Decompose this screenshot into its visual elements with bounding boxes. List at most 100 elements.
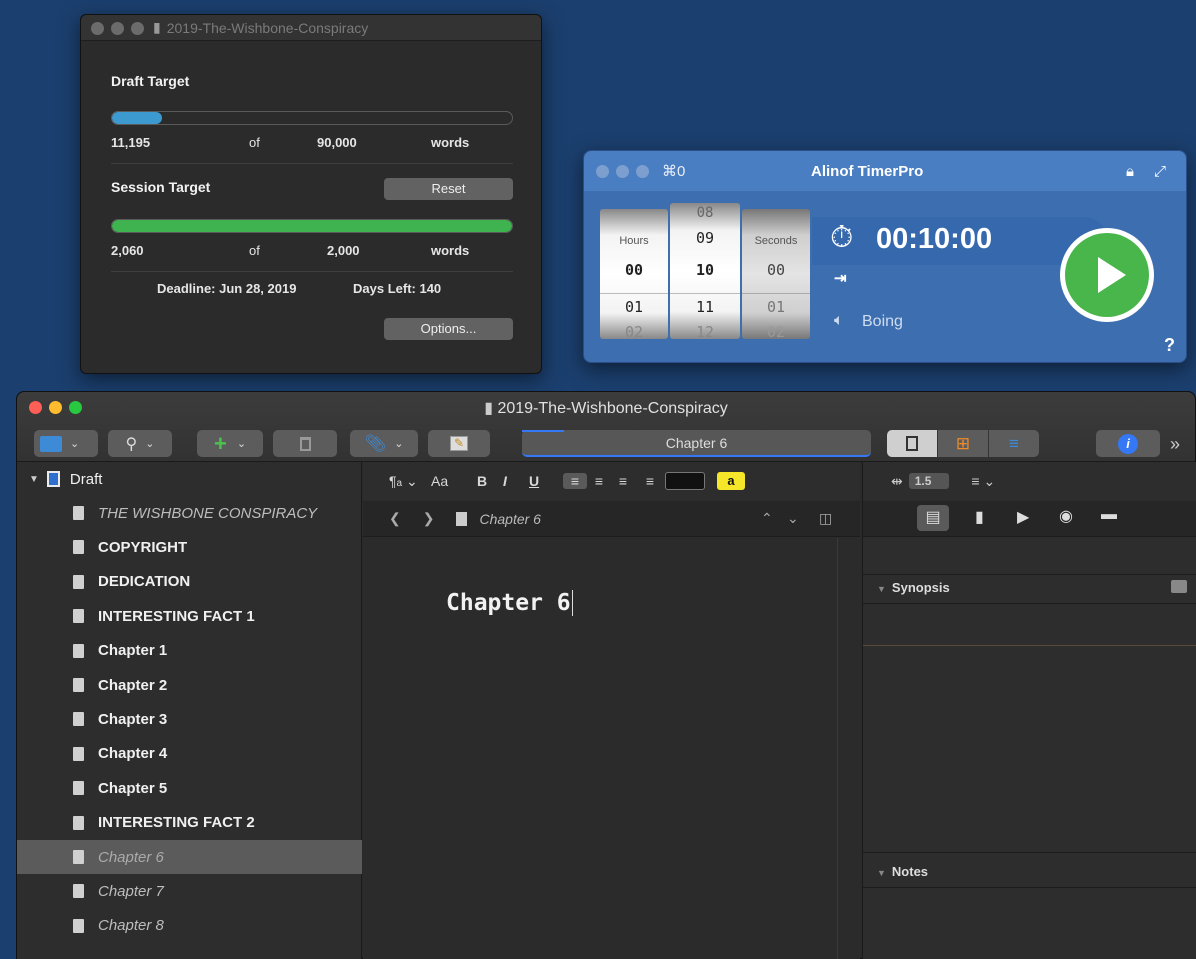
compose-button[interactable]: ✎ [428,430,490,457]
hour-value: 01 [600,293,668,316]
binder-item[interactable]: COPYRIGHT [17,530,362,564]
help-button[interactable]: ? [1164,335,1175,356]
stopwatch-icon: ⏱︎ [830,221,854,254]
tab-end-icon[interactable]: ⇥ [834,269,847,287]
down-arrow-icon[interactable]: ⌄ [787,510,799,527]
window-controls[interactable] [596,163,656,180]
paragraph-style-icon[interactable]: ¶a ⌄ [389,473,431,490]
binder-item[interactable]: Chapter 7 [17,874,362,908]
binder-root-draft[interactable]: ▼ Draft [17,462,362,496]
disclosure-triangle-icon: ▼ [877,868,886,878]
disclosure-triangle-icon[interactable]: ▼ [29,474,39,485]
underline-button[interactable]: U [529,473,563,489]
minute-value: 10 [695,261,715,279]
binder-item-label: DEDICATION [98,573,191,591]
window-controls[interactable] [91,20,151,36]
search-button[interactable]: ⚲ ⌄ [108,430,172,457]
notes-tab-icon[interactable]: ▤ [917,505,949,531]
deadline-row: Deadline: Jun 28, 2019 Days Left: 140 [157,281,507,301]
attachment-button[interactable]: 📎︎ ⌄ [350,430,418,457]
binder-item-label: COPYRIGHT [98,538,188,556]
snapshot-camera-icon[interactable]: ◉ [1059,506,1073,526]
highlight-color-well[interactable]: a [717,472,745,490]
sound-icon: 🔈︎ [834,312,844,329]
label-tag-icon[interactable]: ▶ [1017,507,1029,527]
binder-item[interactable]: Chapter 6 [17,840,362,874]
binder-item[interactable]: INTERESTING FACT 2 [17,806,362,840]
resize-icon[interactable]: ⤢ [1154,163,1166,180]
back-arrow-icon[interactable]: ❮ [389,510,401,527]
binder-item[interactable]: Chapter 5 [17,771,362,805]
image-icon[interactable] [1171,580,1187,593]
binder-item[interactable]: Chapter 4 [17,737,362,771]
corkboard-view-button[interactable]: ⊞ [938,430,988,457]
align-right-icon[interactable]: ≡ [611,473,635,489]
divider [111,163,513,164]
edit-icon: ✎ [450,436,468,451]
text-color-well[interactable] [665,472,705,490]
editor-view-button[interactable] [887,430,937,457]
sound-name[interactable]: Boing [862,313,903,331]
inspector-tabs: ▤ ▮ ▶ ◉ ▬ [863,501,1196,537]
search-icon: ⚲ [125,435,138,453]
seconds-label: Seconds [754,235,798,247]
outliner-view-button[interactable]: ≡ [989,430,1039,457]
main-window-title: 2019-The-Wishbone-Conspiracy [497,400,728,417]
document-icon [73,678,84,692]
binder-item[interactable]: THE WISHBONE CONSPIRACY [17,496,362,530]
split-view-icon[interactable]: ◫ [819,510,832,527]
draft-progress-bar [111,111,513,125]
days-left-text: Days Left: 140 [353,281,442,296]
binder-item[interactable]: Chapter 3 [17,702,362,736]
add-button[interactable]: + ⌄ [197,430,263,457]
document-icon [73,884,84,899]
binder-item[interactable]: INTERESTING FACT 1 [17,599,362,633]
hours-drum[interactable]: Hours 00 01 02 [600,209,668,341]
document-icon [73,643,84,658]
list-icon[interactable]: ≡ ⌄ [971,473,995,490]
editor-text[interactable]: Chapter 6 [446,590,573,616]
minutes-drum[interactable]: 08 09 10 11 12 [670,203,740,341]
align-left-icon[interactable]: ≡ [563,473,587,489]
binder-item[interactable]: Chapter 8 [17,909,362,943]
reset-button[interactable]: Reset [384,178,513,200]
notes-header[interactable]: ▼ Notes [877,864,928,879]
font-button[interactable]: Aa [431,473,477,489]
chevron-down-icon: ⌄ [394,438,404,450]
minute-value: 08 [696,205,714,221]
synopsis-header[interactable]: ▼ Synopsis [877,580,950,595]
play-button[interactable] [1060,228,1154,322]
comment-icon[interactable]: ▬ [1101,506,1117,524]
bookmark-icon[interactable]: ▮ [975,507,984,527]
italic-button[interactable]: I [503,473,529,489]
format-bar: ¶a ⌄ Aa B I U ≡ ≡ ≡ ≡ a [363,462,860,500]
timer-time: 00:10:00 [876,223,993,255]
up-arrow-icon[interactable]: ⌃ [761,510,773,527]
divider [863,852,1196,853]
document-title-field[interactable]: Chapter 6 [522,430,871,457]
lock-icon[interactable]: 🔒︎ [1126,163,1134,180]
justify-icon[interactable]: ≡ [635,473,665,489]
binder-item[interactable]: Chapter 2 [17,668,362,702]
options-button[interactable]: Options... [384,318,513,340]
divider [111,271,513,272]
session-count-row: 2,060 of 2,000 words [111,243,513,263]
info-icon: i [1118,433,1138,454]
line-spacing-field[interactable]: 1.5 [908,473,950,489]
forward-arrow-icon[interactable]: ❯ [423,510,435,527]
binder-item[interactable]: Chapter 1 [17,634,362,668]
bold-button[interactable]: B [477,473,503,489]
minute-value: 09 [695,229,715,247]
seconds-drum[interactable]: Seconds 00 01 02 [742,209,810,341]
main-toolbar: ▮ 2019-The-Wishbone-Conspiracy ⌄ ⚲ ⌄ + ⌄ 📎… [17,392,1195,462]
minute-value: 11 [670,293,740,316]
view-mode-button[interactable]: ⌄ [34,430,98,457]
more-icon[interactable]: » [1170,434,1180,455]
document-icon [73,746,84,761]
document-icon [73,815,84,830]
trash-button[interactable] [273,430,337,457]
align-center-icon[interactable]: ≡ [587,473,611,489]
binder-item[interactable]: DEDICATION [17,565,362,599]
draft-goal: 90,000 [317,135,357,150]
inspector-button[interactable]: i [1096,430,1160,457]
